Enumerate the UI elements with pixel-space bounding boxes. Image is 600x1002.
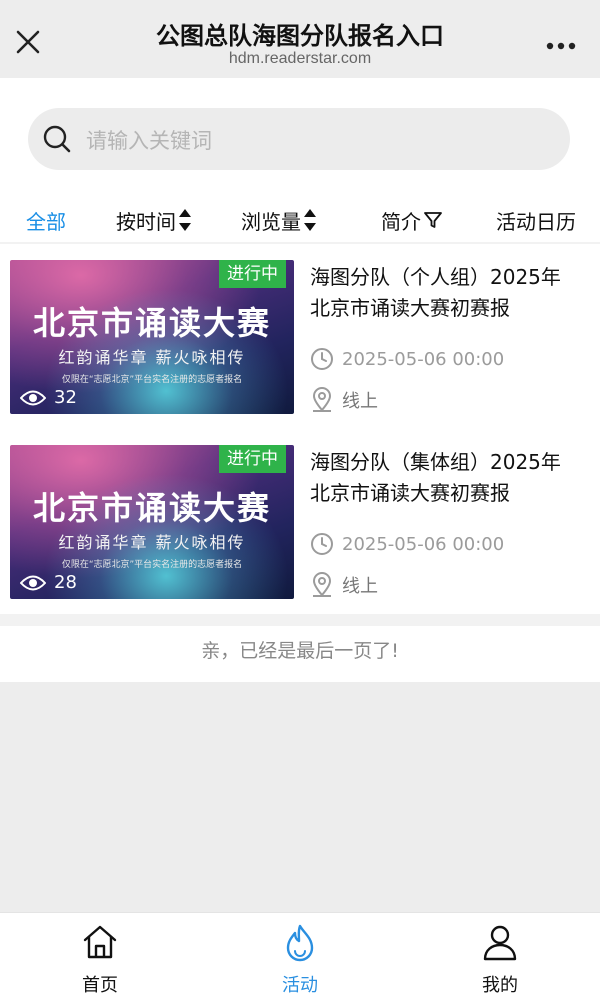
nav-mine[interactable]: 我的 [400,913,600,1002]
filter-by-time-label: 按时间 [116,209,176,234]
nav-home[interactable]: 首页 [0,913,200,1002]
home-icon [82,923,118,963]
clock-icon [311,348,333,370]
activity-title[interactable]: 海图分队（个人组）2025年北京市诵读大赛初赛报 [310,262,572,324]
eye-icon [20,575,46,590]
activity-poster: 进行中 北京市诵读大赛 红韵诵华章 薪火咏相传 仅限在“志愿北京”平台实名注册的… [10,260,294,414]
view-count-value: 28 [54,572,77,593]
nav-activity[interactable]: 活动 [200,913,400,1002]
nav-mine-label: 我的 [482,975,518,996]
nav-activity-label: 活动 [282,975,318,996]
location-pin-icon [312,572,332,597]
nav-home-label: 首页 [82,975,118,996]
funnel-icon [424,212,442,228]
filter-views[interactable]: 浏览量 [241,198,317,242]
user-icon [482,923,518,963]
filter-intro[interactable]: 简介 [381,198,443,242]
title-bar: 公图总队海图分队报名入口 hdm.readerstar.com [0,0,600,78]
activity-time-value: 2025-05-06 00:00 [342,348,505,370]
activity-poster: 进行中 北京市诵读大赛 红韵诵华章 薪火咏相传 仅限在“志愿北京”平台实名注册的… [10,445,294,599]
view-count: 28 [20,572,77,593]
main-content: 请输入关键词 全部 按时间 浏览量 简介 活动日历 进行中 北京市诵读大赛 红韵… [0,78,600,682]
poster-subtitle: 红韵诵华章 薪火咏相传 [58,533,246,552]
activity-time: 2025-05-06 00:00 [310,347,504,371]
filter-all[interactable]: 全部 [26,198,66,242]
poster-title: 北京市诵读大赛 [32,489,271,527]
divider [0,242,600,244]
end-of-list-note: 亲，已经是最后一页了! [201,640,399,662]
filter-intro-label: 简介 [381,209,421,234]
poster-subtitle: 红韵诵华章 薪火咏相传 [58,348,246,367]
status-badge: 进行中 [219,445,286,473]
filter-views-label: 浏览量 [241,209,301,234]
view-count: 32 [20,387,77,408]
sort-arrows-icon [179,209,191,231]
page-url: hdm.readerstar.com [228,50,372,67]
clock-icon [311,533,333,555]
bottom-nav: 首页 活动 我的 [0,912,600,1002]
activity-location: 线上 [310,387,378,413]
poster-note: 仅限在“志愿北京”平台实名注册的志愿者报名 [61,375,243,385]
location-pin-icon [312,387,332,412]
section-gap [0,614,600,626]
activity-location-value: 线上 [342,391,378,412]
filter-by-time[interactable]: 按时间 [116,198,192,242]
filter-bar: 全部 按时间 浏览量 简介 活动日历 [0,198,600,242]
activity-card[interactable]: 进行中 北京市诵读大赛 红韵诵华章 薪火咏相传 仅限在“志愿北京”平台实名注册的… [0,435,600,605]
poster-title: 北京市诵读大赛 [32,304,271,342]
view-count-value: 32 [54,387,77,408]
search-input[interactable]: 请输入关键词 [86,125,212,155]
eye-icon [20,390,46,405]
activity-location-value: 线上 [342,576,378,597]
activity-location: 线上 [310,572,378,598]
search-icon [42,124,72,154]
search-bar[interactable]: 请输入关键词 [28,108,570,170]
activity-card[interactable]: 进行中 北京市诵读大赛 红韵诵华章 薪火咏相传 仅限在“志愿北京”平台实名注册的… [0,250,600,420]
status-badge: 进行中 [219,260,286,288]
activity-time: 2025-05-06 00:00 [310,532,504,556]
filter-all-label: 全部 [26,209,66,234]
flame-icon [282,923,318,963]
filter-calendar[interactable]: 活动日历 [496,198,576,242]
activity-time-value: 2025-05-06 00:00 [342,533,505,555]
more-dots-icon[interactable] [546,36,576,50]
page-title: 公图总队海图分队报名入口 [156,22,444,50]
filter-calendar-label: 活动日历 [496,209,576,234]
sort-arrows-icon [304,209,316,231]
poster-note: 仅限在“志愿北京”平台实名注册的志愿者报名 [61,560,243,570]
activity-title[interactable]: 海图分队（集体组）2025年北京市诵读大赛初赛报 [310,447,572,509]
